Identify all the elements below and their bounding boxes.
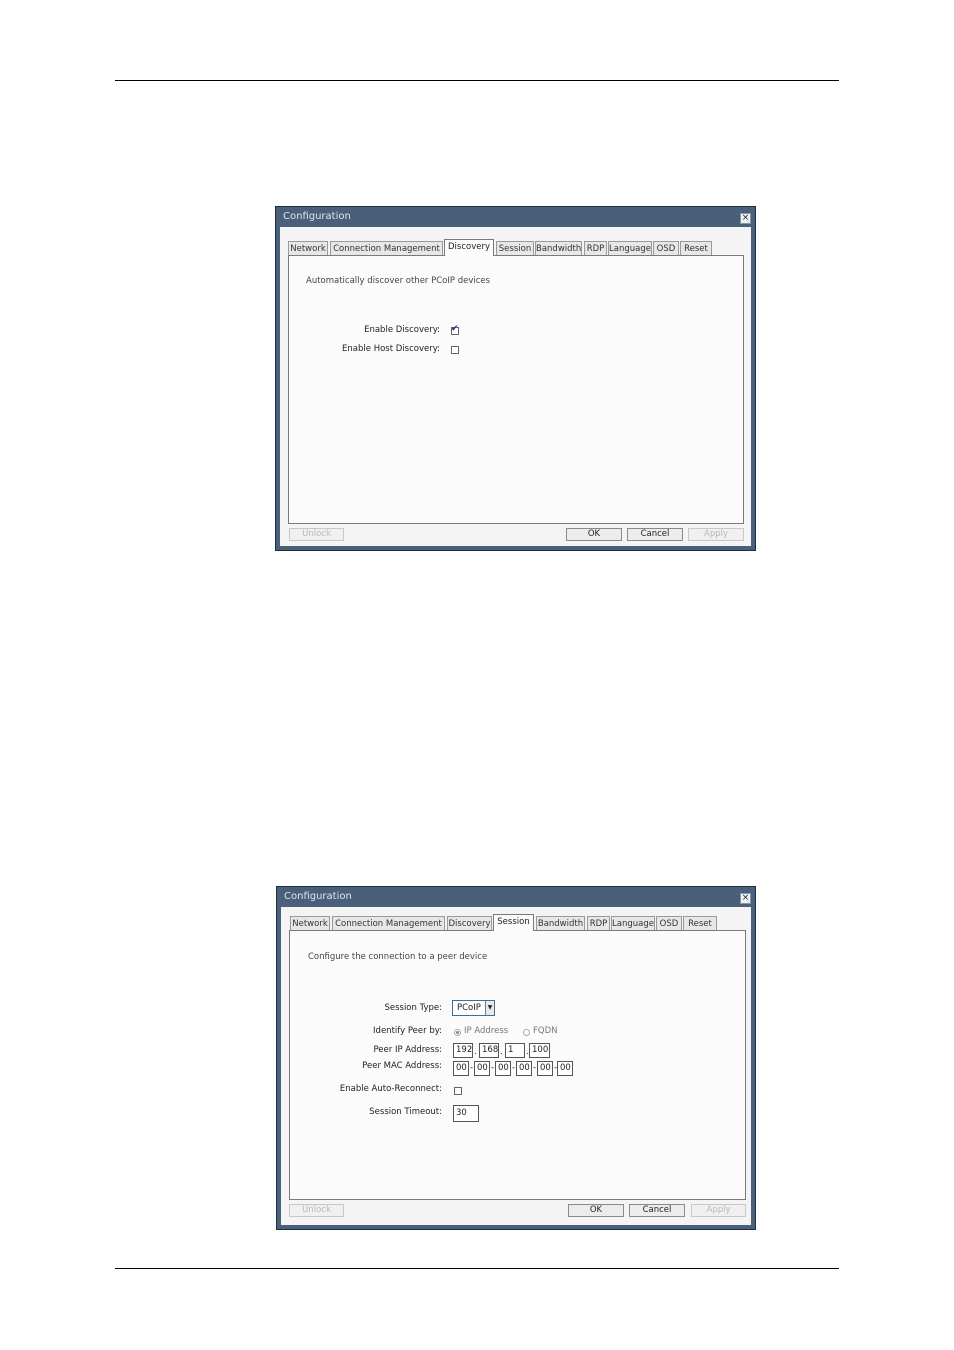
peer-mac-byte-1[interactable]: 00 [453, 1061, 469, 1076]
close-icon[interactable]: × [740, 213, 751, 224]
identify-by-ip-radio[interactable] [454, 1029, 461, 1036]
tab-connection-management[interactable]: Connection Management [330, 241, 443, 256]
page-rule-bottom [115, 1268, 839, 1269]
peer-mac-byte-4[interactable]: 00 [516, 1061, 532, 1076]
dialog-title: Configuration [283, 211, 351, 222]
ip-separator: . [500, 1047, 503, 1057]
ok-button[interactable]: OK [568, 1204, 624, 1217]
auto-reconnect-checkbox[interactable] [454, 1087, 462, 1095]
identify-by-fqdn-radio[interactable] [523, 1029, 530, 1036]
tab-osd[interactable]: OSD [653, 241, 679, 256]
dialog-client-area: Network Connection Management Discovery … [281, 907, 751, 1225]
peer-ip-octet-4[interactable]: 100 [529, 1043, 550, 1058]
unlock-button[interactable]: Unlock [289, 528, 344, 541]
tab-osd[interactable]: OSD [656, 916, 682, 931]
mac-separator: - [470, 1063, 474, 1073]
identify-by-fqdn-label: FQDN [533, 1026, 558, 1036]
configuration-dialog-session: Configuration × Network Connection Manag… [276, 886, 756, 1230]
configuration-dialog-discovery: Configuration × Network Connection Manag… [275, 206, 756, 551]
cancel-button[interactable]: Cancel [627, 528, 683, 541]
chevron-down-icon[interactable]: ▼ [485, 1001, 494, 1015]
ip-separator: . [474, 1047, 477, 1057]
page-rule-top [115, 80, 839, 81]
apply-button[interactable]: Apply [691, 1204, 746, 1217]
tab-panel-session: Configure the connection to a peer devic… [289, 930, 746, 1200]
session-type-label: Session Type: [384, 1003, 442, 1013]
tab-panel-discovery: Automatically discover other PCoIP devic… [288, 255, 744, 524]
peer-ip-octet-2[interactable]: 168 [479, 1043, 499, 1058]
tab-bandwidth[interactable]: Bandwidth [535, 241, 582, 256]
tab-rdp[interactable]: RDP [587, 916, 610, 931]
peer-mac-byte-2[interactable]: 00 [474, 1061, 490, 1076]
tab-language[interactable]: Language [608, 241, 652, 256]
enable-discovery-label: Enable Discovery: [364, 325, 440, 335]
mac-separator: - [533, 1063, 537, 1073]
mac-separator: - [491, 1063, 495, 1073]
tab-network[interactable]: Network [288, 241, 328, 256]
tab-discovery[interactable]: Discovery [444, 239, 494, 256]
panel-description: Configure the connection to a peer devic… [308, 952, 488, 962]
session-type-value: PCoIP [457, 1003, 481, 1013]
dialog-title: Configuration [284, 891, 352, 902]
tab-reset[interactable]: Reset [683, 916, 717, 931]
tab-session[interactable]: Session [493, 914, 534, 931]
enable-host-discovery-checkbox[interactable] [451, 346, 459, 354]
cancel-button[interactable]: Cancel [629, 1204, 685, 1217]
peer-ip-octet-3[interactable]: 1 [505, 1043, 525, 1058]
tab-discovery[interactable]: Discovery [447, 916, 492, 931]
ok-button[interactable]: OK [566, 528, 622, 541]
peer-mac-byte-5[interactable]: 00 [537, 1061, 553, 1076]
tab-session[interactable]: Session [496, 241, 534, 256]
peer-mac-label: Peer MAC Address: [362, 1061, 442, 1071]
panel-description: Automatically discover other PCoIP devic… [306, 276, 491, 286]
tab-rdp[interactable]: RDP [584, 241, 607, 256]
tab-bandwidth[interactable]: Bandwidth [536, 916, 585, 931]
tab-reset[interactable]: Reset [680, 241, 712, 256]
tab-connection-management[interactable]: Connection Management [332, 916, 445, 931]
session-timeout-label: Session Timeout: [369, 1107, 442, 1117]
close-icon[interactable]: × [740, 893, 751, 904]
apply-button[interactable]: Apply [688, 528, 744, 541]
session-timeout-input[interactable]: 30 [453, 1105, 479, 1122]
identify-peer-label: Identify Peer by: [373, 1026, 442, 1036]
peer-ip-label: Peer IP Address: [373, 1045, 442, 1055]
auto-reconnect-label: Enable Auto-Reconnect: [339, 1084, 442, 1094]
enable-discovery-checkbox[interactable] [451, 324, 459, 335]
mac-separator: - [512, 1063, 516, 1073]
unlock-button[interactable]: Unlock [289, 1204, 344, 1217]
tab-network[interactable]: Network [290, 916, 330, 931]
dialog-client-area: Network Connection Management Discovery … [280, 227, 751, 546]
peer-ip-octet-1[interactable]: 192 [453, 1043, 473, 1058]
enable-host-discovery-label: Enable Host Discovery: [342, 344, 440, 354]
peer-mac-byte-6[interactable]: 00 [557, 1061, 573, 1076]
tab-language[interactable]: Language [611, 916, 655, 931]
session-type-select[interactable]: PCoIP ▼ [452, 1000, 495, 1016]
peer-mac-byte-3[interactable]: 00 [495, 1061, 511, 1076]
identify-by-ip-label: IP Address [464, 1026, 509, 1036]
